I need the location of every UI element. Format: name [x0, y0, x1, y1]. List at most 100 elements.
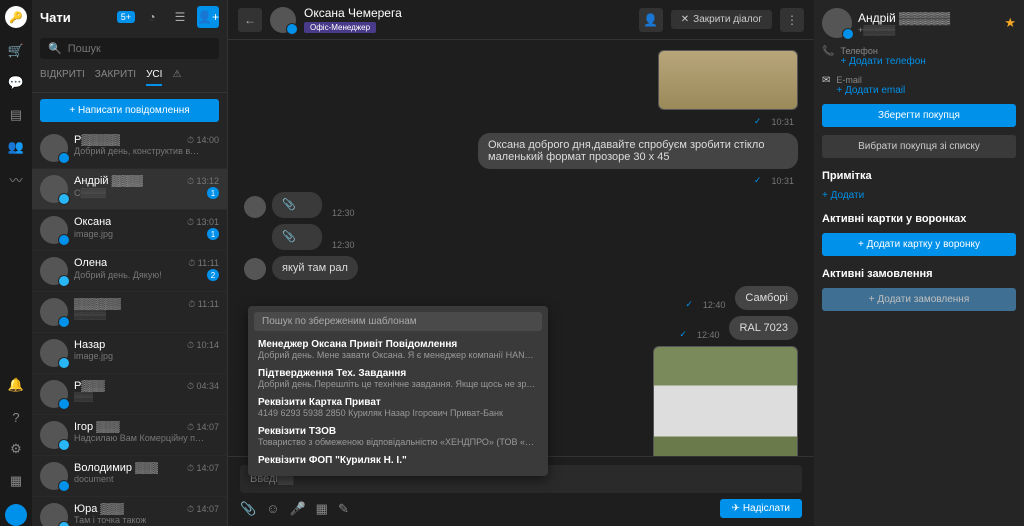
image-message[interactable] [658, 50, 798, 110]
chat-name: ▒▒▒▒▒▒ [74, 298, 121, 310]
customer-panel: Андрій ▒▒▒▒▒▒ +▒▒▒▒▒ ★ 📞Телефон+ Додати … [814, 0, 1024, 526]
template-icon[interactable]: ▦ [316, 501, 328, 517]
chat-preview: document [74, 474, 114, 484]
template-item[interactable]: Менеджер Оксана Привіт ПовідомленняДобри… [254, 335, 542, 364]
stats-icon[interactable]: 〰 [7, 170, 25, 188]
chat-item[interactable]: Олена⏱ 11:11Добрий день. Дякую!2 [32, 251, 227, 292]
chat-item[interactable]: Назар⏱ 10:14image.jpg [32, 333, 227, 374]
tab-open[interactable]: ВІДКРИТІ [40, 69, 85, 86]
input-area: Пошук по збереженим шаблонам Менеджер Ок… [228, 456, 814, 526]
chat-item[interactable]: Р▒▒▒▒▒⏱ 14:00Добрий день, конструктив ва… [32, 128, 227, 169]
add-user-button[interactable]: 👤+ [197, 6, 219, 28]
send-button[interactable]: ✈ Надіслати [720, 499, 802, 518]
chat-preview: image.jpg [74, 351, 113, 361]
save-customer-button[interactable]: Зберегти покупця [822, 104, 1016, 127]
search-input[interactable] [68, 43, 211, 55]
chat-preview: Добрий день. Дякую! [74, 270, 162, 280]
gear-icon[interactable]: ⚙ [7, 440, 25, 458]
more-button[interactable]: ⋮ [780, 8, 804, 32]
mic-icon[interactable]: 🎤 [289, 501, 305, 517]
chat-icon[interactable]: 💬 [7, 74, 25, 92]
template-item[interactable]: Підтвердження Тех. ЗавданняДобрий день.П… [254, 364, 542, 393]
chat-item[interactable]: Андрій ▒▒▒▒⏱ 13:12С▒▒▒▒1 [32, 169, 227, 210]
add-email[interactable]: + Додати email [836, 85, 905, 96]
emoji-icon[interactable]: ☺ [266, 501, 279, 516]
unread-count: 1 [207, 228, 219, 240]
templates-popup: Пошук по збереженим шаблонам Менеджер Ок… [248, 306, 548, 476]
conversation-header: ← Оксана Чемерега Офіс-Менеджер 👤 ✕ Закр… [228, 0, 814, 40]
add-phone[interactable]: + Додати телефон [840, 56, 925, 67]
chat-avatar [40, 257, 68, 285]
note-icon[interactable]: ✎ [338, 501, 349, 517]
chat-preview: ▒▒▒▒▒ [74, 310, 106, 320]
note-section: Примітка [822, 170, 1016, 182]
grid-icon[interactable]: ▦ [7, 472, 25, 490]
chat-item[interactable]: Оксана⏱ 13:01image.jpg1 [32, 210, 227, 251]
image-message[interactable] [653, 346, 798, 456]
chat-items: Р▒▒▒▒▒⏱ 14:00Добрий день, конструктив ва… [32, 128, 227, 526]
chat-tabs: ВІДКРИТІ ЗАКРИТІ УСІ ⚠ [32, 63, 227, 93]
template-item[interactable]: Реквізити Картка Приват4149 6293 5938 28… [254, 393, 542, 422]
attachment-in[interactable]: 📎 [272, 224, 322, 250]
message-out: Оксана доброго дня,давайте спробуєм зроб… [478, 133, 798, 169]
app-logo[interactable]: 🔑 [5, 6, 27, 28]
chat-name: Р▒▒▒ [74, 380, 105, 392]
star-icon[interactable]: ★ [1004, 15, 1016, 31]
add-order-button[interactable]: + Додати замовлення [822, 288, 1016, 311]
template-item[interactable]: Реквізити ФОП "Куриляк Н. І." [254, 451, 542, 470]
user-avatar[interactable] [5, 504, 27, 526]
help-icon[interactable]: ? [7, 408, 25, 426]
chat-item[interactable]: Р▒▒▒⏱ 04:34▒▒▒ [32, 374, 227, 415]
chat-avatar [40, 216, 68, 244]
unread-count: 1 [207, 187, 219, 199]
pick-customer-button[interactable]: Вибрати покупця зі списку [822, 135, 1016, 158]
customer-avatar [822, 8, 852, 38]
template-search[interactable]: Пошук по збереженим шаблонам [254, 312, 542, 331]
orders-section: Активні замовлення [822, 268, 1016, 280]
cards-section: Активні картки у воронках [822, 213, 1016, 225]
mail-icon: ✉ [822, 75, 830, 86]
bell-icon[interactable]: 🔔 [7, 376, 25, 394]
cart-icon[interactable]: 🛒 [7, 42, 25, 60]
search-box[interactable]: 🔍 [40, 38, 219, 59]
chat-avatar [40, 339, 68, 367]
add-card-button[interactable]: + Додати картку у воронку [822, 233, 1016, 256]
template-item[interactable]: Реквізити ТЗОВТовариство з обмеженою від… [254, 422, 542, 451]
chat-name: Юра ▒▒▒ [74, 503, 124, 515]
attach-icon[interactable]: 📎 [240, 501, 256, 517]
new-message-button[interactable]: + Написати повідомлення [40, 99, 219, 122]
chat-preview: ▒▒▒ [74, 392, 93, 402]
chat-preview: Там і точка також [74, 515, 146, 525]
back-button[interactable]: ← [238, 8, 262, 32]
people-icon[interactable]: 👥 [7, 138, 25, 156]
assign-button[interactable]: 👤 [639, 8, 663, 32]
header-avatar [270, 7, 296, 33]
tab-warn-icon[interactable]: ⚠ [172, 69, 181, 86]
filter-icon[interactable]: ☰ [169, 6, 191, 28]
chat-item[interactable]: Юра ▒▒▒⏱ 14:07Там і точка також [32, 497, 227, 526]
chat-preview: Надсилаю Вам Комерційну пропозицію [74, 433, 204, 443]
chat-name: Оксана [74, 216, 111, 228]
chat-item[interactable]: ▒▒▒▒▒▒⏱ 11:11▒▒▒▒▒ [32, 292, 227, 333]
unread-badge: 5+ [117, 11, 135, 23]
tab-all[interactable]: УСІ [146, 69, 162, 86]
clock-icon[interactable]: ◔ [141, 6, 163, 28]
chat-avatar [40, 462, 68, 490]
attachment-in[interactable]: 📎 [272, 192, 322, 218]
phone-icon: 📞 [822, 46, 834, 57]
header-name: Оксана Чемерега [304, 6, 402, 20]
chat-avatar [40, 421, 68, 449]
chat-name: Назар [74, 339, 105, 351]
add-note[interactable]: + Додати [822, 190, 1016, 201]
tab-closed[interactable]: ЗАКРИТІ [95, 69, 136, 86]
message-in: якуй там рал [272, 256, 358, 280]
funnel-icon[interactable]: ▤ [7, 106, 25, 124]
chat-name: Володимир ▒▒▒ [74, 462, 158, 474]
conversation-panel: ← Оксана Чемерега Офіс-Менеджер 👤 ✕ Закр… [228, 0, 814, 526]
chat-item[interactable]: Володимир ▒▒▒⏱ 14:07document [32, 456, 227, 497]
chat-item[interactable]: Ігор ▒▒▒⏱ 14:07Надсилаю Вам Комерційну п… [32, 415, 227, 456]
close-dialog-button[interactable]: ✕ Закрити діалог [671, 10, 772, 29]
chat-avatar [40, 175, 68, 203]
chat-preview: Добрий день, конструктив ваш сьогодн... [74, 146, 204, 156]
unread-count: 2 [207, 269, 219, 281]
